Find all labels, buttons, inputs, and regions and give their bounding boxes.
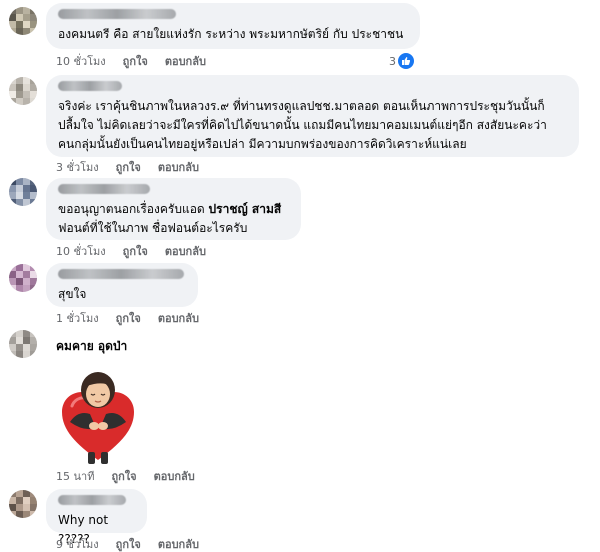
comment-bubble: องคมนตรี คือ สายใยแห่งรัก ระหว่าง พระมหา… [46,3,420,49]
like-button[interactable]: ถูกใจ [123,55,148,69]
comment-actions: 10 ชั่วโมง ถูกใจ ตอบกลับ [56,245,206,259]
comment-text: สุขใจ [58,287,87,301]
reply-button[interactable]: ตอบกลับ [154,470,195,484]
author-name-blurred[interactable] [58,184,150,194]
comment-bubble: จริงค่ะ เราคุ้นชินภาพในหลวงร.๙ ที่ท่านทร… [46,75,579,157]
mentioned-name[interactable]: ปราชญ์ สามสี [209,202,282,216]
reply-button[interactable]: ตอบกลับ [158,538,199,552]
avatar[interactable] [9,490,37,518]
comment-actions: 3 ชั่วโมง ถูกใจ ตอบกลับ [56,161,199,175]
avatar[interactable] [9,264,37,292]
avatar[interactable] [9,77,37,105]
comment-text: ขออนุญาตนอกเรื่องครับแอด ปราชญ์ สามสี ฟอ… [58,200,289,238]
author-name-blurred[interactable] [58,495,126,505]
author-name[interactable]: คมคาย อุดป่า [56,339,127,353]
comment-actions: 10 ชั่วโมง ถูกใจ ตอบกลับ [56,55,206,69]
avatar[interactable] [9,330,37,358]
comment-text: องคมนตรี คือ สายใยแห่งรัก ระหว่าง พระมหา… [58,27,404,41]
comment-actions: 9 ชั่วโมง ถูกใจ ตอบกลับ [56,538,199,552]
heart-hug-sticker[interactable] [56,370,140,466]
like-button[interactable]: ถูกใจ [111,470,136,484]
comment-text-line2: ฟอนต์ที่ใช้ในภาพ ชื่อฟอนต์อะไรครับ [58,221,248,235]
comment-text: จริงค่ะ เราคุ้นชินภาพในหลวงร.๙ ที่ท่านทร… [58,99,547,151]
like-button[interactable]: ถูกใจ [116,538,141,552]
reply-button[interactable]: ตอบกลับ [165,55,206,69]
comment-time[interactable]: 10 ชั่วโมง [56,55,106,69]
comment-bubble: สุขใจ [46,263,198,307]
avatar[interactable] [9,7,37,35]
comment-text-line1: ขออนุญาตนอกเรื่องครับแอด [58,202,205,216]
author-name-blurred[interactable] [58,269,184,279]
reply-button[interactable]: ตอบกลับ [158,161,199,175]
author-name-blurred[interactable] [58,9,176,19]
like-button[interactable]: ถูกใจ [116,161,141,175]
comment-time[interactable]: 10 ชั่วโมง [56,245,106,259]
comment-time[interactable]: 3 ชั่วโมง [56,161,99,175]
like-button[interactable]: ถูกใจ [123,245,148,259]
reaction-count: 3 [389,54,396,68]
comment-time[interactable]: 15 นาที [56,470,94,484]
like-button[interactable]: ถูกใจ [116,312,141,326]
author-name-blurred[interactable] [58,81,122,91]
reply-button[interactable]: ตอบกลับ [158,312,199,326]
avatar[interactable] [9,178,37,206]
comment-bubble: ขออนุญาตนอกเรื่องครับแอด ปราชญ์ สามสี ฟอ… [46,178,301,240]
comment-bubble: Why not ????? [46,489,147,546]
thumbs-up-icon [398,53,414,69]
comment-time[interactable]: 9 ชั่วโมง [56,538,99,552]
reaction-summary[interactable]: 3 [389,53,414,69]
comment-time[interactable]: 1 ชั่วโมง [56,312,99,326]
reply-button[interactable]: ตอบกลับ [165,245,206,259]
comment-actions: 15 นาที ถูกใจ ตอบกลับ [56,470,195,484]
comment-actions: 1 ชั่วโมง ถูกใจ ตอบกลับ [56,312,199,326]
